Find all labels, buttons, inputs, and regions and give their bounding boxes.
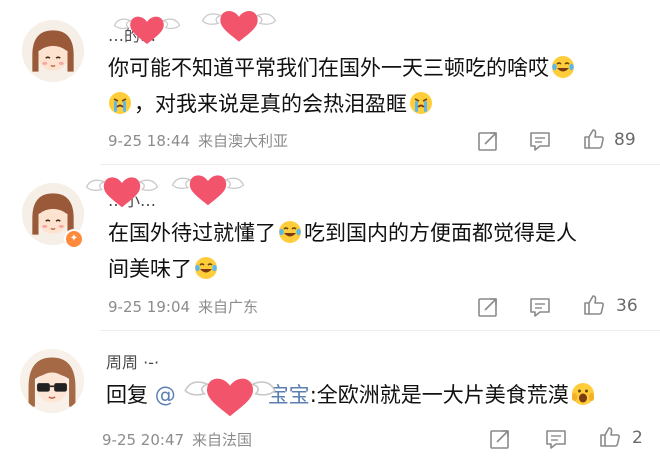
- username[interactable]: …的…: [108, 22, 156, 46]
- tears-of-joy-emoji: [278, 220, 302, 244]
- comment-item: ✦ …小… 在国外待过就懂了 吃到国内的方便面都觉得是人 间美味了 9-25 19…: [0, 165, 660, 335]
- comment-meta: 9-25 20:47 来自法国: [102, 429, 252, 450]
- username[interactable]: 周周 ·-·: [106, 349, 159, 373]
- comment-icon[interactable]: [544, 427, 568, 451]
- comment-item: …的… 你可能不知道平常我们在国外一天三顿吃的啥哎 ，对我来说是真的会热泪盈眶 …: [0, 0, 660, 165]
- mention-name: 宝宝: [267, 383, 310, 407]
- mention-at: @: [154, 383, 176, 407]
- comment-text-line1: 你可能不知道平常我们在国外一天三顿吃的啥哎: [108, 56, 549, 80]
- like-count: 89: [614, 130, 636, 150]
- crying-emoji: [409, 91, 433, 115]
- comment-icon[interactable]: [528, 129, 552, 153]
- comment-item: 周周 ·-· 回复 @ 宝宝:全欧洲就是一大片美食荒漠 9-25 20:47 来自法…: [0, 331, 660, 469]
- verified-badge: ✦: [64, 229, 84, 249]
- share-icon[interactable]: [476, 295, 500, 319]
- comment-text-body: :全欧洲就是一大片美食荒漠: [309, 383, 569, 407]
- heart-wings-sticker: [201, 10, 277, 43]
- comment-location: 来自广东: [198, 298, 259, 316]
- tears-of-joy-emoji: [551, 55, 575, 79]
- crying-emoji: [108, 91, 132, 115]
- comment-meta: 9-25 18:44 来自澳大利亚: [108, 130, 288, 151]
- share-icon[interactable]: [488, 427, 512, 451]
- comment-time: 9-25 20:47: [102, 431, 185, 449]
- thumbs-up-icon[interactable]: [582, 127, 606, 151]
- comment-location: 来自法国: [192, 431, 253, 449]
- share-icon[interactable]: [476, 129, 500, 153]
- thumbs-up-icon[interactable]: [598, 425, 622, 449]
- avatar[interactable]: [22, 20, 84, 82]
- reply-prefix: 回复: [106, 383, 148, 407]
- comment-location: 来自澳大利亚: [198, 132, 289, 150]
- tears-of-joy-emoji: [194, 256, 218, 280]
- comment-text-line1b: 吃到国内的方便面都觉得是人: [304, 221, 577, 245]
- thumbs-up-icon[interactable]: [582, 293, 606, 317]
- comment-text-line2: ，对我来说是真的会热泪盈眶: [134, 92, 407, 116]
- like-count: 36: [616, 296, 638, 316]
- mention-link[interactable]: @ 宝宝: [155, 383, 310, 407]
- heart-wings-sticker: [171, 174, 245, 206]
- comment-meta: 9-25 19:04 来自广东: [108, 296, 258, 317]
- comment-text-line1a: 在国外待过就懂了: [108, 221, 276, 245]
- comment-time: 9-25 18:44: [108, 132, 191, 150]
- comment-icon[interactable]: [528, 295, 552, 319]
- username[interactable]: …小…: [108, 187, 156, 211]
- comment-text-line2: 间美味了: [108, 257, 192, 281]
- comment-text: 回复 @ 宝宝:全欧洲就是一大片美食荒漠: [106, 377, 656, 413]
- comment-time: 9-25 19:04: [108, 298, 191, 316]
- comment-text: 你可能不知道平常我们在国外一天三顿吃的啥哎 ，对我来说是真的会热泪盈眶: [108, 50, 648, 122]
- comment-text: 在国外待过就懂了 吃到国内的方便面都觉得是人 间美味了: [108, 215, 648, 287]
- like-count: 2: [632, 428, 643, 448]
- screaming-emoji: [571, 382, 595, 406]
- avatar[interactable]: [20, 349, 84, 413]
